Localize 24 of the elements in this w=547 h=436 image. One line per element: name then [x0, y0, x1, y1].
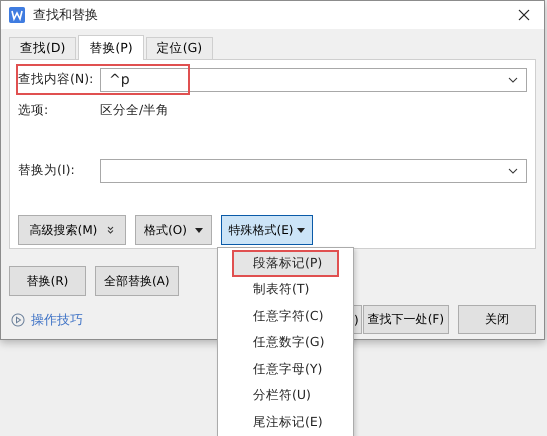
menu-item[interactable]: 任意字符(C): [220, 303, 351, 330]
options-value: 区分全/半角: [100, 102, 170, 119]
menu-item[interactable]: 分栏符(U): [220, 382, 351, 409]
tab[interactable]: 查找(D): [9, 37, 76, 59]
dropdown-button[interactable]: 高级搜索(M): [18, 215, 126, 245]
options-label: 选项:: [18, 102, 50, 119]
dropdown-button[interactable]: 特殊格式(E): [221, 215, 313, 245]
dialog-button[interactable]: 查找下一处(F): [362, 305, 449, 334]
tab[interactable]: 替换(P): [78, 35, 144, 60]
menu-item[interactable]: 任意字母(Y): [220, 356, 351, 382]
menu-item[interactable]: 尾注标记(E): [220, 409, 351, 436]
menu-item[interactable]: 制表符(T): [220, 276, 351, 303]
replace-button[interactable]: 替换(R): [9, 266, 86, 296]
find-combobox[interactable]: ^p: [100, 68, 527, 92]
dialog-button[interactable]: 关闭: [458, 305, 536, 334]
menu-item[interactable]: 段落标记(P): [232, 250, 339, 276]
field-label: 查找内容(N):: [18, 71, 94, 88]
window-title: 查找和替换: [33, 7, 99, 24]
tab[interactable]: 定位(G): [146, 37, 214, 59]
menu-item[interactable]: 任意数字(G): [220, 330, 351, 356]
help-link[interactable]: 操作技巧: [31, 310, 83, 328]
replace-button[interactable]: 全部替换(A): [95, 266, 179, 296]
dropdown-button[interactable]: 格式(O): [135, 215, 212, 245]
field-label: 替换为(I):: [18, 162, 75, 179]
